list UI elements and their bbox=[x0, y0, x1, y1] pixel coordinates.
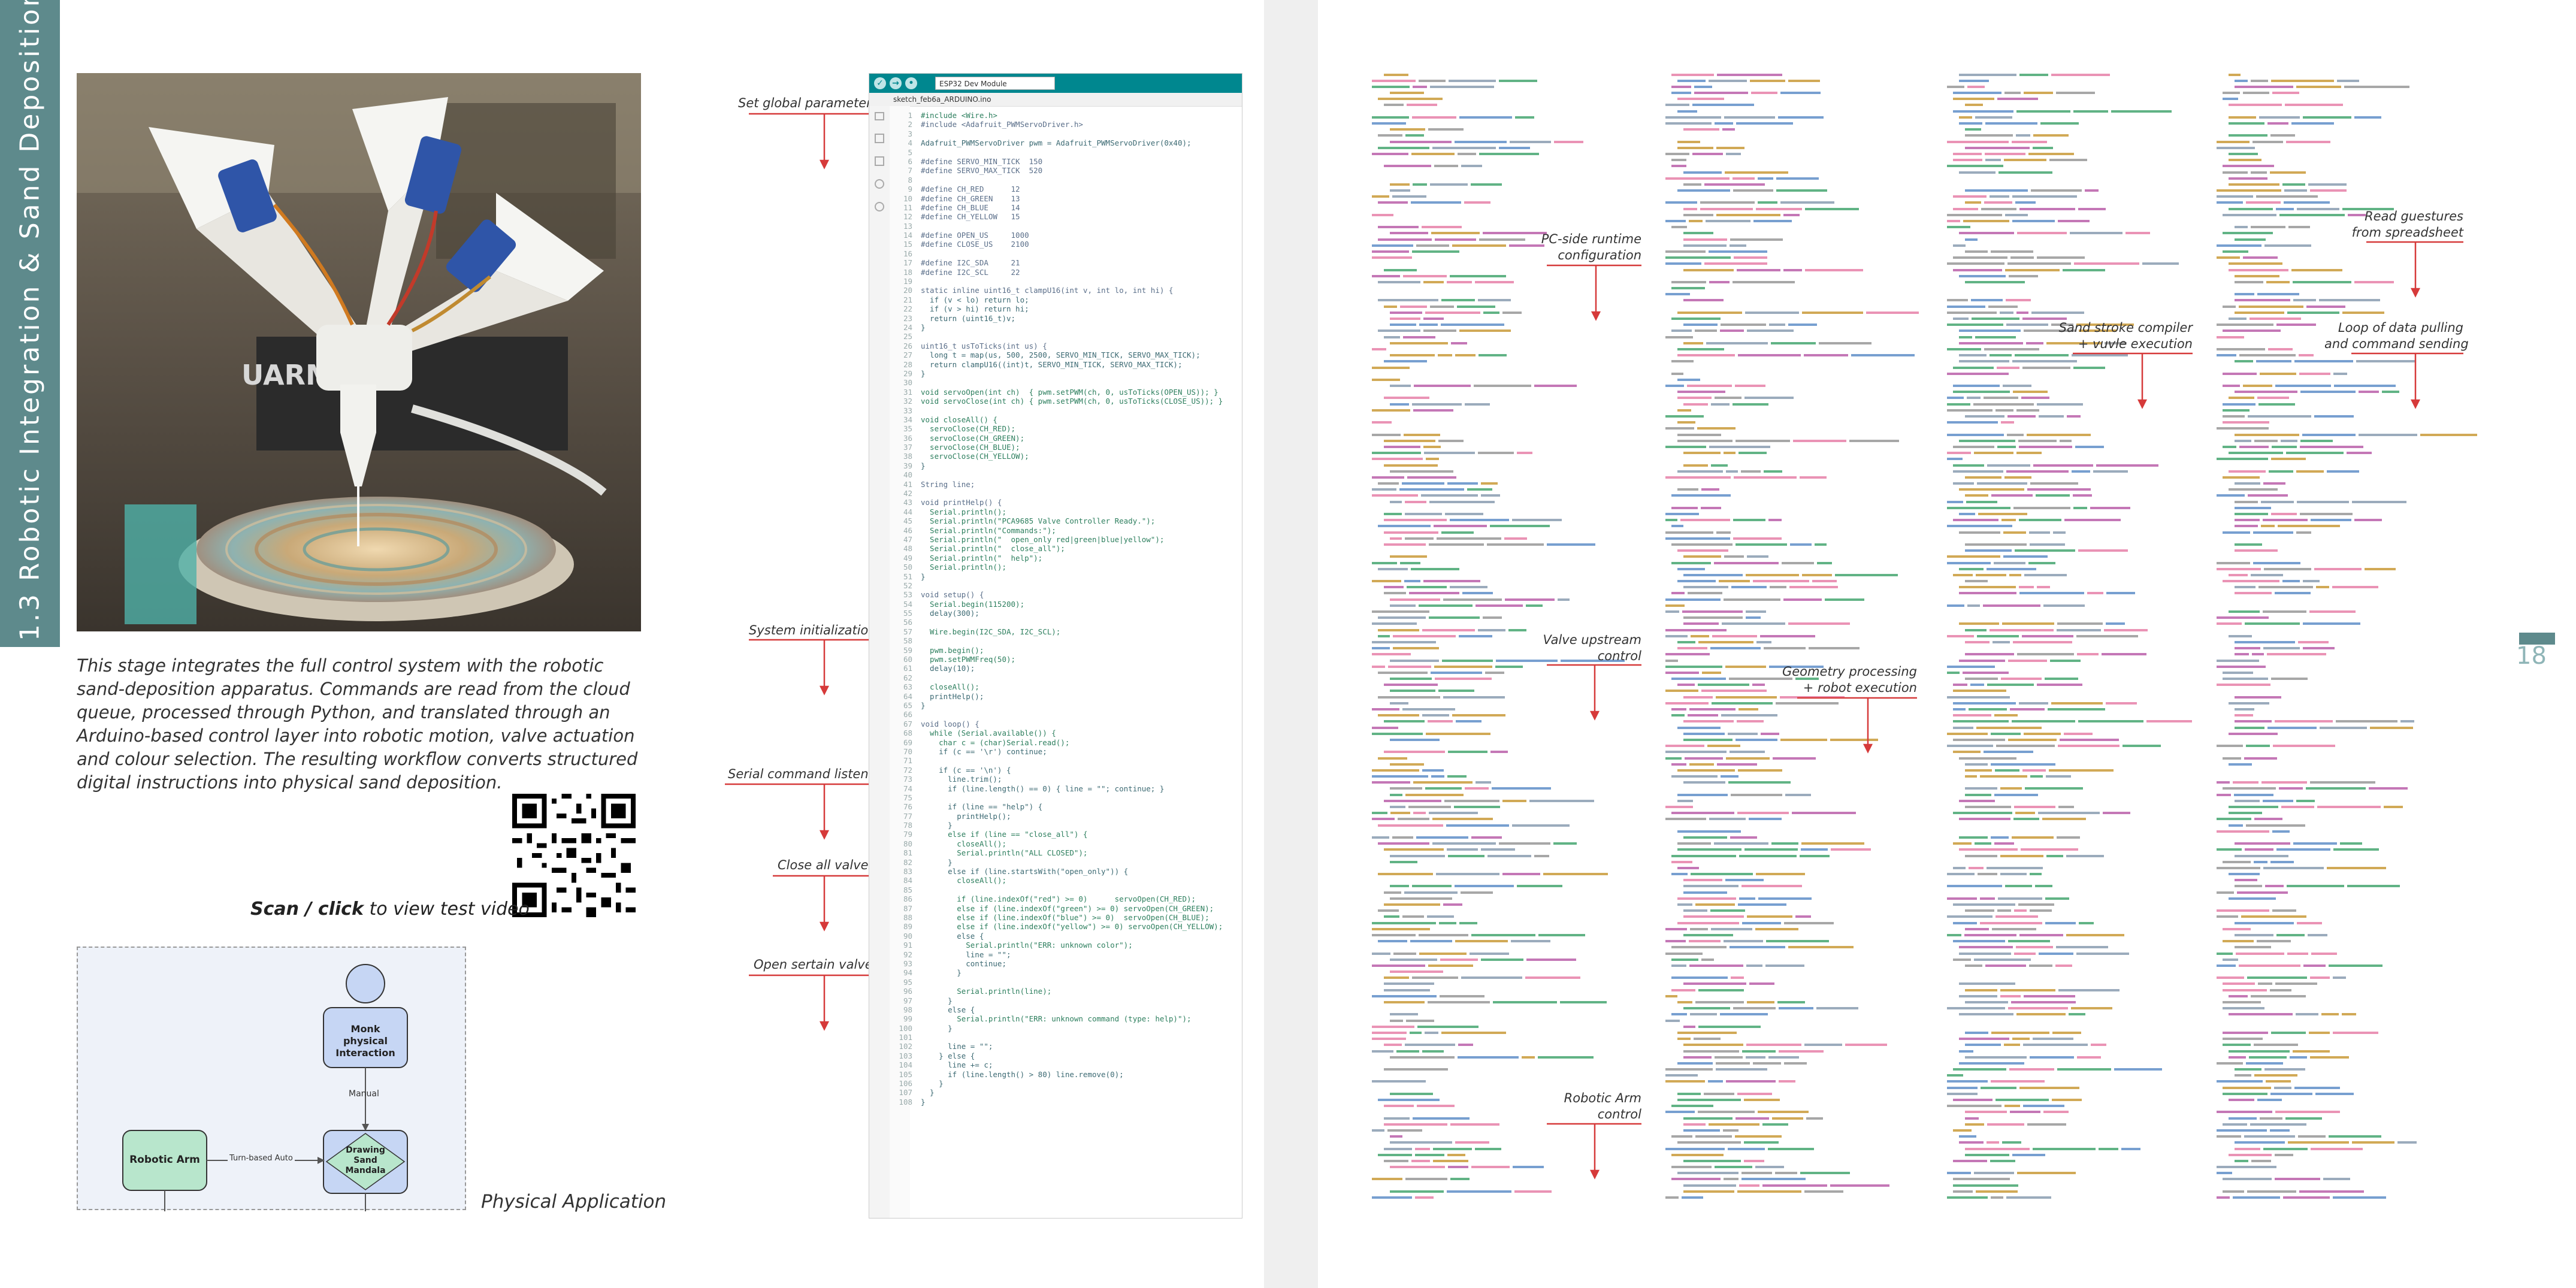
annotation-geometry: Geometry processing + robot execution bbox=[1761, 664, 1917, 696]
pc-runtime-2: configuration bbox=[1558, 248, 1641, 262]
pc-runtime-1: PC-side runtime bbox=[1541, 232, 1641, 246]
annotation-read-guestures: Read guestures from spreadsheet bbox=[2324, 208, 2463, 241]
robotic-arm-control-2: control bbox=[1597, 1107, 1641, 1121]
annotation-robotic-arm-control: Robotic Arm control bbox=[1516, 1090, 1641, 1123]
annotation-sand-stroke: Sand stroke compiler + vuvle execution bbox=[2037, 320, 2193, 352]
read-guestures-1: Read guestures bbox=[2365, 209, 2463, 223]
right-annotation-lines bbox=[1547, 241, 2463, 1180]
page-number: 18 bbox=[2516, 642, 2547, 670]
robotic-arm-control-1: Robotic Arm bbox=[1564, 1091, 1641, 1105]
annotation-valve-upstream: Valve upstream control bbox=[1516, 632, 1641, 664]
valve-upstream-1: Valve upstream bbox=[1543, 633, 1641, 647]
annotation-pc-runtime: PC-side runtime configuration bbox=[1516, 231, 1641, 264]
geometry-2: + robot execution bbox=[1803, 681, 1917, 695]
sand-stroke-2: + vuvle execution bbox=[2078, 337, 2193, 351]
annotation-loop-pulling: Loop of data pulling and command sending bbox=[2324, 320, 2469, 352]
loop-pulling-2: and command sending bbox=[2324, 337, 2469, 351]
loop-pulling-1: Loop of data pulling bbox=[2338, 321, 2463, 335]
read-guestures-2: from spreadsheet bbox=[2351, 225, 2463, 240]
sand-stroke-1: Sand stroke compiler bbox=[2058, 321, 2193, 335]
valve-upstream-2: control bbox=[1597, 649, 1641, 663]
geometry-1: Geometry processing bbox=[1782, 664, 1917, 679]
